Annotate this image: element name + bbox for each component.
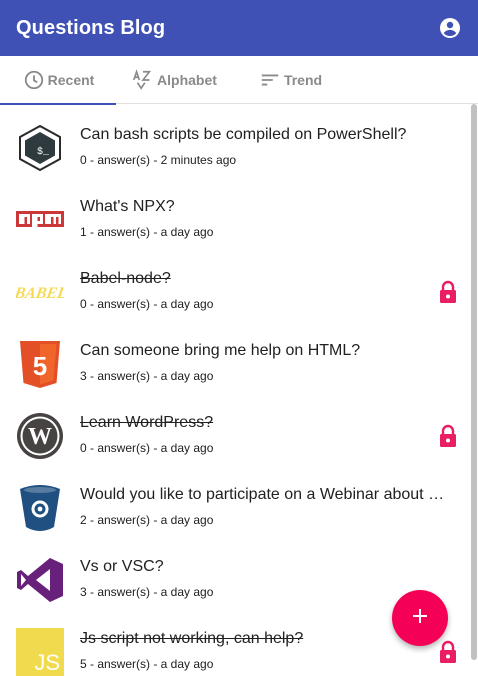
question-meta: 2 - answer(s) - a day ago xyxy=(80,513,214,527)
question-list: $_ Can bash scripts be compiled on Power… xyxy=(0,104,470,676)
svg-text:JS: JS xyxy=(34,650,60,675)
babel-icon: BABEL xyxy=(16,268,64,316)
lock-icon xyxy=(438,280,458,304)
tab-recent[interactable]: Recent xyxy=(0,56,116,105)
sort-alphabet-icon xyxy=(131,68,155,92)
svg-text:5: 5 xyxy=(33,351,47,381)
svg-text:BABEL: BABEL xyxy=(16,285,64,302)
question-title: Js script not working, can help? xyxy=(80,630,304,647)
question-meta: 1 - answer(s) - a day ago xyxy=(80,225,214,239)
question-meta: 0 - answer(s) - 2 minutes ago xyxy=(80,153,237,167)
list-item[interactable]: 5 Can someone bring me help on HTML? 3 -… xyxy=(0,328,470,400)
sort-trend-icon xyxy=(258,68,282,92)
question-meta: 5 - answer(s) - a day ago xyxy=(80,657,214,671)
lock-icon xyxy=(438,424,458,448)
lock-icon xyxy=(438,640,458,664)
question-title: Would you like to participate on a Webin… xyxy=(80,486,446,503)
account-icon[interactable] xyxy=(438,16,462,40)
question-title: Babel-node? xyxy=(80,270,171,287)
app-bar: Questions Blog xyxy=(0,0,478,56)
plus-icon xyxy=(411,607,429,630)
question-meta: 3 - answer(s) - a day ago xyxy=(80,585,214,599)
svg-text:W: W xyxy=(28,424,52,450)
app-title: Questions Blog xyxy=(16,16,166,39)
list-item[interactable]: Would you like to participate on a Webin… xyxy=(0,472,470,544)
svg-text:$_: $_ xyxy=(37,146,50,158)
tab-label: Alphabet xyxy=(157,72,217,88)
question-title: Can bash scripts be compiled on PowerShe… xyxy=(80,126,407,143)
clock-icon xyxy=(22,68,46,92)
html5-icon: 5 xyxy=(16,340,64,388)
list-item[interactable]: $_ Can bash scripts be compiled on Power… xyxy=(0,112,470,184)
question-meta: 3 - answer(s) - a day ago xyxy=(80,369,214,383)
question-title: What's NPX? xyxy=(80,198,175,215)
question-title: Learn WordPress? xyxy=(80,414,214,431)
tab-label: Trend xyxy=(283,72,323,88)
visual-studio-icon xyxy=(16,556,64,604)
bash-icon: $_ xyxy=(16,124,64,172)
bitbucket-icon xyxy=(16,484,64,532)
scrollbar-thumb[interactable] xyxy=(471,104,477,660)
list-item[interactable]: BABEL Babel-node? 0 - answer(s) - a day … xyxy=(0,256,470,328)
list-item[interactable]: W Learn WordPress? 0 - answer(s) - a day… xyxy=(0,400,470,472)
npm-icon xyxy=(16,196,64,244)
tab-trend[interactable]: Trend xyxy=(232,56,348,104)
question-title: Vs or VSC? xyxy=(80,558,164,575)
question-meta: 0 - answer(s) - a day ago xyxy=(80,297,214,311)
tab-label: Recent xyxy=(47,72,95,88)
list-scrollbar[interactable] xyxy=(470,104,478,676)
question-title: Can someone bring me help on HTML? xyxy=(80,342,361,359)
javascript-icon: JS xyxy=(16,628,64,676)
add-question-button[interactable] xyxy=(392,590,448,646)
wordpress-icon: W xyxy=(16,412,64,460)
tab-bar: Recent Alphabet Trend xyxy=(0,56,478,105)
list-item[interactable]: What's NPX? 1 - answer(s) - a day ago xyxy=(0,184,470,256)
tab-alphabet[interactable]: Alphabet xyxy=(116,56,232,104)
question-meta: 0 - answer(s) - a day ago xyxy=(80,441,214,455)
